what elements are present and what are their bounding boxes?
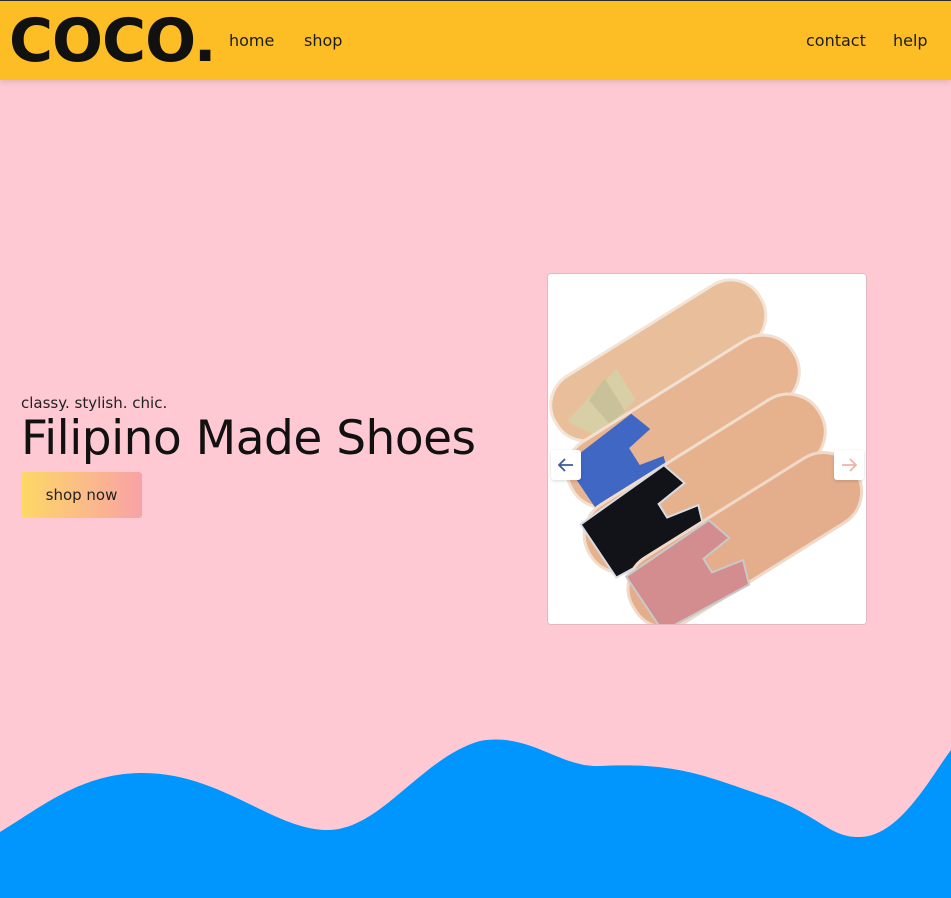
nav-link-shop[interactable]: shop (304, 31, 342, 51)
decorative-wave (0, 739, 951, 898)
arrow-left-icon (558, 458, 573, 472)
brand-logo[interactable]: COCO. (9, 5, 217, 77)
carousel-next-button[interactable] (834, 450, 864, 480)
sandals-photo (548, 274, 866, 624)
hero-title: Filipino Made Shoes (21, 411, 476, 466)
arrow-right-icon (842, 458, 857, 472)
navbar: COCO. home shop contact help (0, 0, 951, 80)
nav-link-contact[interactable]: contact (806, 31, 866, 51)
shop-now-button[interactable]: shop now (21, 472, 142, 518)
product-carousel (547, 273, 867, 625)
carousel-prev-button[interactable] (551, 450, 581, 480)
nav-link-help[interactable]: help (893, 31, 928, 51)
nav-link-home[interactable]: home (229, 31, 274, 51)
